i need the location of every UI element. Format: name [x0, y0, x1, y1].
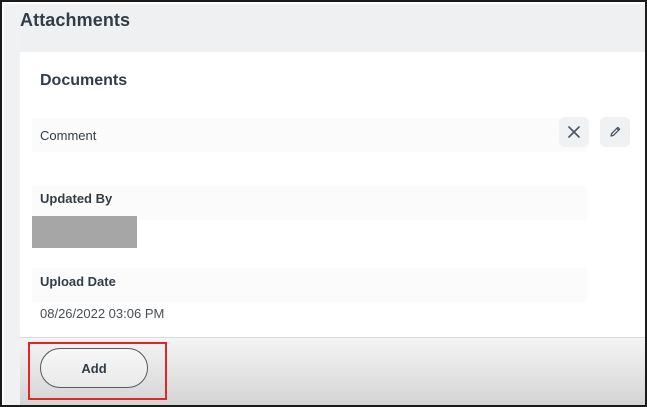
upload-date-value: 08/26/2022 03:06 PM: [40, 306, 165, 321]
updated-by-label: Updated By: [40, 191, 113, 206]
screenshot-frame: Attachments Documents Comment Updated By…: [0, 0, 647, 407]
pencil-icon: [610, 126, 621, 137]
clear-button[interactable]: [559, 117, 589, 147]
comment-row: [32, 118, 587, 152]
documents-card: Documents Comment Updated By Upload Date…: [20, 52, 645, 337]
edit-button[interactable]: [600, 117, 630, 147]
add-button[interactable]: Add: [40, 348, 148, 388]
comment-label: Comment: [40, 128, 97, 143]
section-title-documents: Documents: [40, 72, 128, 89]
upload-date-label: Upload Date: [40, 274, 116, 289]
page-title: Attachments: [20, 10, 131, 30]
updated-by-row: [32, 186, 587, 220]
close-icon: [568, 126, 580, 138]
redacted-name: [32, 216, 137, 248]
